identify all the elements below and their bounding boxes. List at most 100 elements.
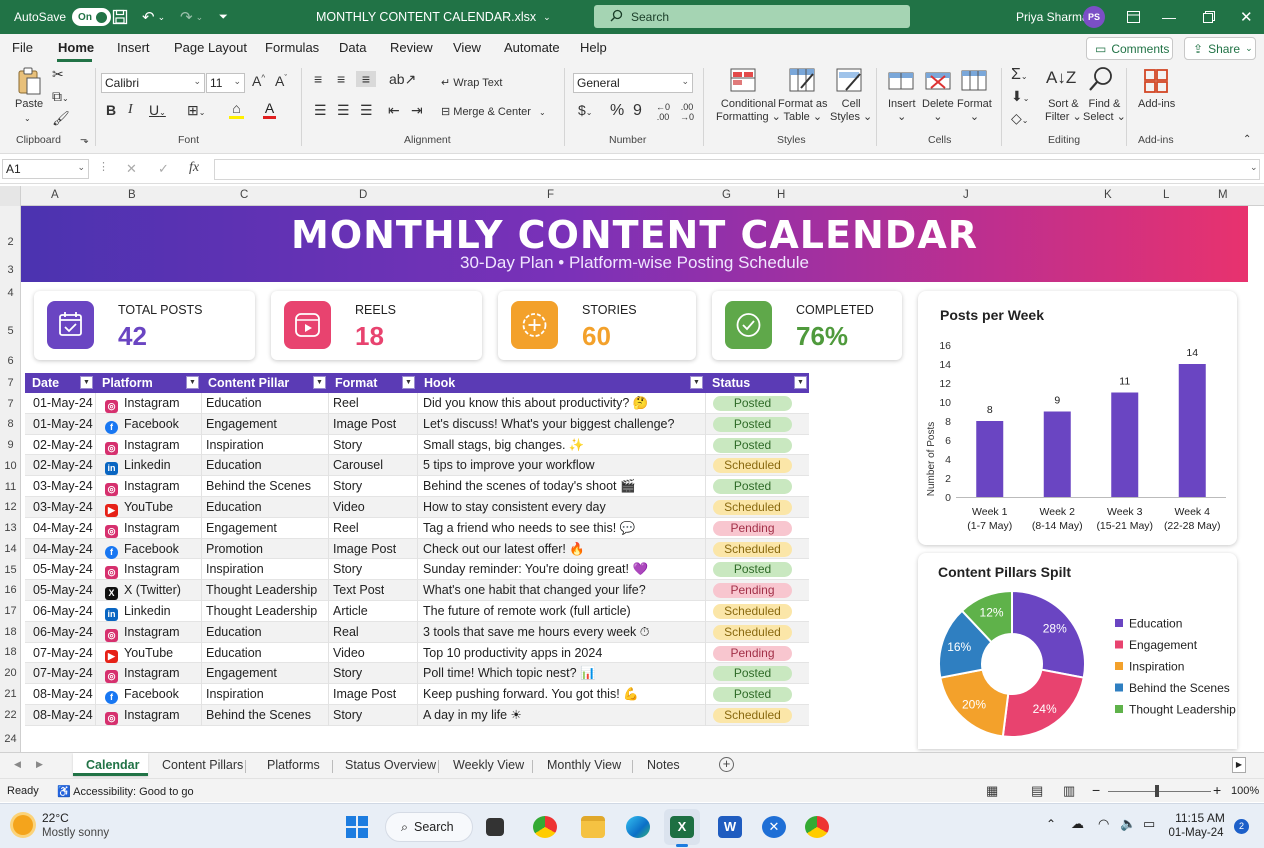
conditional-formatting-icon[interactable] xyxy=(730,68,756,95)
cell-content-pillar[interactable]: Engagement xyxy=(206,414,277,435)
cell-content-pillar[interactable]: Behind the Scenes xyxy=(206,705,311,726)
cell-content-pillar[interactable]: Thought Leadership xyxy=(206,601,317,622)
cell-hook[interactable]: Behind the scenes of today's shoot 🎬 xyxy=(423,476,701,497)
tab-status-overview[interactable]: Status Overview xyxy=(345,758,436,772)
cancel-icon[interactable]: ✕ xyxy=(126,161,137,177)
page-layout-view-icon[interactable]: ▤ xyxy=(1031,783,1043,799)
autosave[interactable]: AutoSave On xyxy=(14,0,111,34)
column-header[interactable]: L xyxy=(1163,189,1169,201)
row-header[interactable]: 20 xyxy=(0,667,21,679)
restore-icon[interactable] xyxy=(1203,0,1215,34)
cell-date[interactable]: 01-May-24 xyxy=(33,414,93,435)
cell-hook[interactable]: Did you know this about productivity? 🤔 xyxy=(423,393,701,414)
cell-platform[interactable]: ◎ Instagram xyxy=(105,559,180,580)
add-sheet-icon[interactable]: + xyxy=(719,757,734,772)
zoom-slider[interactable] xyxy=(1108,791,1211,792)
column-header[interactable]: G xyxy=(722,189,731,201)
zoom-in-icon[interactable]: + xyxy=(1213,782,1221,798)
ribbon-display-icon[interactable] xyxy=(1127,0,1140,34)
italic-icon[interactable]: I xyxy=(128,102,133,118)
cell-format[interactable]: Video xyxy=(333,497,365,518)
filter-dropdown-icon[interactable]: ▼ xyxy=(794,376,807,389)
tab-weekly-view[interactable]: Weekly View xyxy=(453,758,524,772)
filter-dropdown-icon[interactable]: ▼ xyxy=(186,376,199,389)
find-select-icon[interactable] xyxy=(1088,66,1114,95)
cell-platform[interactable]: f Facebook xyxy=(105,684,179,705)
onedrive-icon[interactable]: ☁ xyxy=(1071,816,1084,832)
collapse-ribbon-icon[interactable]: ⌃ xyxy=(1243,134,1251,145)
cell-content-pillar[interactable]: Education xyxy=(206,622,262,643)
row-header[interactable]: 22 xyxy=(0,709,21,721)
clock-time[interactable]: 11:15 AM xyxy=(1170,811,1230,825)
row-header[interactable]: 18 xyxy=(0,626,21,638)
menu-home[interactable]: Home xyxy=(58,40,94,55)
format-as-table-button[interactable]: Format as Table ⌄ xyxy=(778,98,828,123)
filter-dropdown-icon[interactable]: ▼ xyxy=(402,376,415,389)
cell-hook[interactable]: The future of remote work (full article) xyxy=(423,601,701,622)
clock-date[interactable]: 01-May-24 xyxy=(1166,827,1226,839)
column-header[interactable]: M xyxy=(1218,189,1228,201)
format-painter-icon[interactable]: 🖌 xyxy=(52,110,70,127)
row-header[interactable]: 4 xyxy=(0,287,21,299)
column-header[interactable]: C xyxy=(240,189,248,201)
notification-badge[interactable]: 2 xyxy=(1234,819,1249,834)
cell-content-pillar[interactable]: Engagement xyxy=(206,518,277,539)
cell-date[interactable]: 04-May-24 xyxy=(33,539,93,560)
cell-hook[interactable]: What's one habit that changed your life? xyxy=(423,580,701,601)
start-icon[interactable] xyxy=(346,816,368,841)
cell-format[interactable]: Story xyxy=(333,663,362,684)
row-header[interactable]: 10 xyxy=(0,460,21,472)
delete-button[interactable]: Delete ⌄ xyxy=(922,98,954,123)
find-select-button[interactable]: Find & Select ⌄ xyxy=(1083,98,1126,123)
status-badge[interactable]: Scheduled xyxy=(713,541,792,557)
cell-hook[interactable]: Small stags, big changes. ✨ xyxy=(423,435,701,456)
status-badge[interactable]: Posted xyxy=(713,666,792,682)
cell-date[interactable]: 06-May-24 xyxy=(33,601,93,622)
tab-content-pillars[interactable]: Content Pillars xyxy=(162,758,243,772)
column-header[interactable]: A xyxy=(51,189,59,201)
cell-date[interactable]: 07-May-24 xyxy=(33,643,93,664)
cell-date[interactable]: 03-May-24 xyxy=(33,476,93,497)
cell-date[interactable]: 01-May-24 xyxy=(33,393,93,414)
menu-page-layout[interactable]: Page Layout xyxy=(174,40,247,55)
fill-color-icon[interactable]: ⌂ xyxy=(229,100,244,119)
number-format-combo[interactable]: General ⌄ xyxy=(573,73,693,93)
volume-icon[interactable]: 🔈 xyxy=(1120,816,1136,832)
cell-hook[interactable]: 3 tools that save me hours every week ⏱ xyxy=(423,622,701,643)
menu-formulas[interactable]: Formulas xyxy=(265,40,319,55)
cell-hook[interactable]: 5 tips to improve your workflow xyxy=(423,455,701,476)
cell-format[interactable]: Real xyxy=(333,622,359,643)
cell-date[interactable]: 05-May-24 xyxy=(33,559,93,580)
cell-format[interactable]: Story xyxy=(333,705,362,726)
column-header[interactable]: H xyxy=(777,189,785,201)
format-cells-icon[interactable] xyxy=(961,68,987,95)
align-bottom-icon[interactable]: ≡ xyxy=(356,71,376,87)
cell-format[interactable]: Story xyxy=(333,476,362,497)
cell-platform[interactable]: ◎ Instagram xyxy=(105,476,180,497)
enter-icon[interactable]: ✓ xyxy=(158,161,169,177)
cell-format[interactable]: Video xyxy=(333,643,365,664)
tab-notes[interactable]: Notes xyxy=(647,758,680,772)
cell-hook[interactable]: A day in my life ☀ xyxy=(423,705,701,726)
cell-hook[interactable]: Sunday reminder: You're doing great! 💜 xyxy=(423,559,701,580)
menu-insert[interactable]: Insert xyxy=(117,40,150,55)
weather-sun-icon[interactable] xyxy=(13,815,33,835)
cell-format[interactable]: Reel xyxy=(333,393,359,414)
sort-filter-icon[interactable]: A↓Z xyxy=(1046,68,1076,88)
row-header[interactable]: 12 xyxy=(0,501,21,513)
increase-indent-icon[interactable]: ⇥ xyxy=(411,102,423,119)
cell-format[interactable]: Reel xyxy=(333,518,359,539)
accessibility-status[interactable]: ♿ Accessibility: Good to go xyxy=(57,785,194,798)
cell-styles-icon[interactable] xyxy=(836,68,862,95)
cell-content-pillar[interactable]: Promotion xyxy=(206,539,263,560)
cell-hook[interactable]: Tag a friend who needs to see this! 💬 xyxy=(423,518,701,539)
zoom-level[interactable]: 100% xyxy=(1231,785,1259,797)
status-badge[interactable]: Posted xyxy=(713,416,792,432)
currency-icon[interactable]: $⌄ xyxy=(578,102,593,118)
row-header[interactable]: 21 xyxy=(0,688,21,700)
menu-file[interactable]: File xyxy=(12,40,33,55)
insert-button[interactable]: Insert ⌄ xyxy=(888,98,916,123)
comments-button[interactable]: ▭ Comments xyxy=(1086,37,1173,60)
delete-cells-icon[interactable] xyxy=(925,68,951,95)
show-hidden-icons[interactable]: ⌃ xyxy=(1046,817,1056,831)
